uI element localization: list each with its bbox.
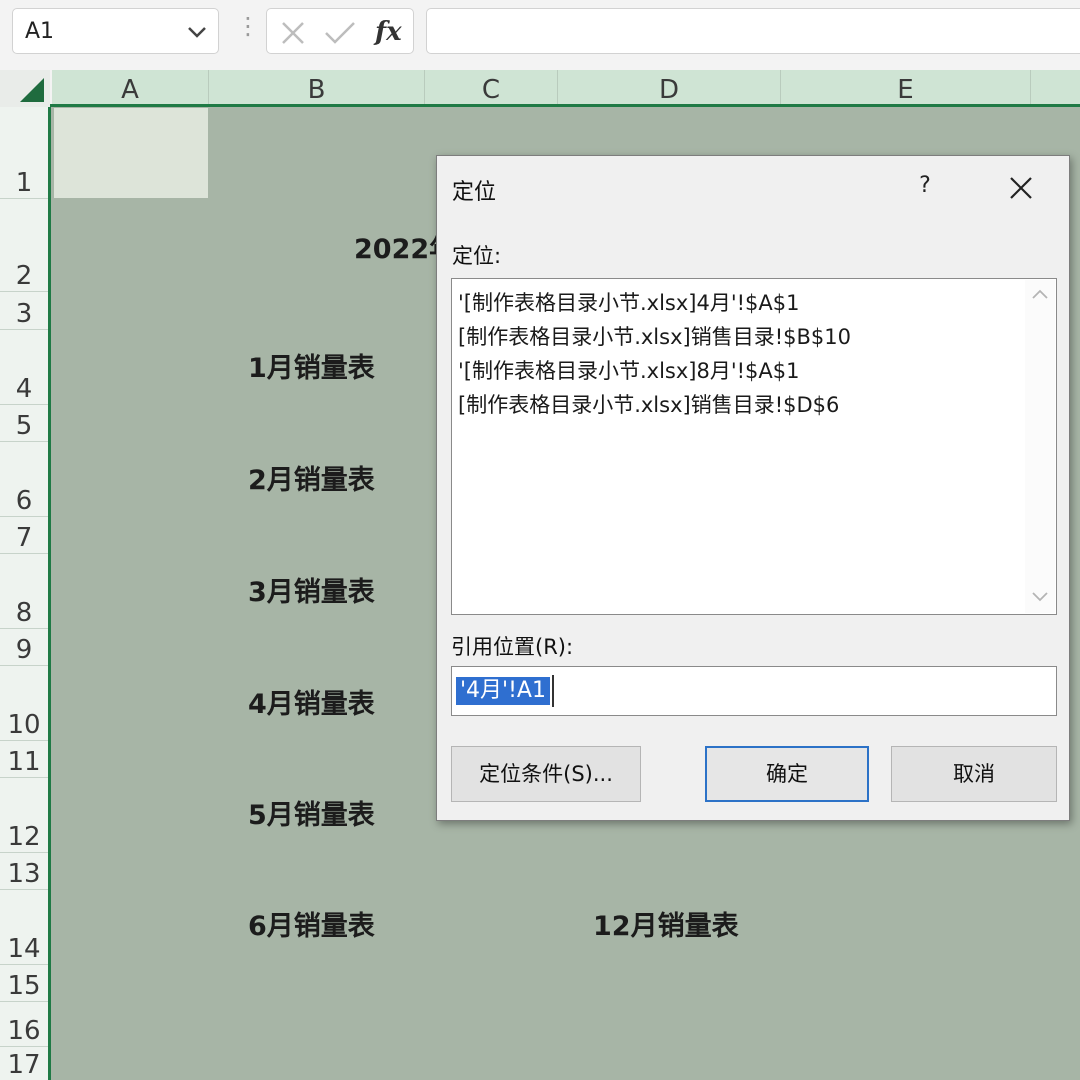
list-scrollbar[interactable]	[1025, 280, 1055, 613]
cell-d14[interactable]: 12月销量表	[593, 904, 739, 943]
close-icon[interactable]	[1001, 168, 1041, 208]
scroll-down-icon[interactable]	[1031, 591, 1049, 603]
insert-function-icon[interactable]: fx	[375, 17, 402, 47]
help-button[interactable]: ?	[907, 166, 943, 206]
row-header[interactable]: 7	[0, 517, 48, 554]
name-box-value: A1	[25, 19, 55, 44]
row-header[interactable]: 5	[0, 405, 48, 442]
row-header[interactable]: 17	[0, 1047, 48, 1080]
formula-input[interactable]	[426, 8, 1080, 54]
row-header[interactable]: 6	[0, 442, 48, 517]
goto-list-item[interactable]: [制作表格目录小节.xlsx]销售目录!$D$6	[458, 389, 839, 419]
formula-controls: fx	[266, 8, 414, 54]
reference-label: 引用位置(R):	[451, 635, 574, 659]
row-header[interactable]: 10	[0, 666, 48, 741]
row-header[interactable]: 2	[0, 199, 48, 292]
selected-cell-a1[interactable]	[54, 108, 208, 198]
column-header-b[interactable]: B	[209, 70, 425, 106]
reference-input[interactable]: '4月'!A1	[451, 666, 1057, 716]
column-header-d[interactable]: D	[558, 70, 781, 106]
reference-value[interactable]: '4月'!A1	[456, 677, 550, 705]
goto-label: 定位:	[452, 244, 502, 268]
more-options-icon[interactable]: ⋮	[236, 14, 260, 38]
cell-b4[interactable]: 1月销量表	[248, 346, 375, 385]
row-header[interactable]: 15	[0, 965, 48, 1002]
cancel-icon[interactable]	[279, 19, 307, 47]
row-header[interactable]: 9	[0, 629, 48, 666]
select-all-icon	[20, 78, 44, 102]
row-headers: 1 2 3 4 5 6 7 8 9 10 11 12 13 14 15 16 1…	[0, 107, 48, 1080]
row-header[interactable]: 11	[0, 741, 48, 778]
row-header[interactable]: 3	[0, 292, 48, 330]
chevron-down-icon[interactable]	[186, 22, 208, 42]
row-header[interactable]: 1	[0, 107, 48, 199]
goto-list[interactable]: '[制作表格目录小节.xlsx]4月'!$A$1 [制作表格目录小节.xlsx]…	[451, 278, 1057, 615]
column-header-e[interactable]: E	[781, 70, 1031, 106]
cell-b14[interactable]: 6月销量表	[248, 904, 375, 943]
text-cursor	[552, 675, 554, 707]
dialog-title: 定位	[452, 180, 497, 205]
cell-b12[interactable]: 5月销量表	[248, 793, 375, 832]
column-header-f[interactable]	[1031, 70, 1080, 106]
row-header[interactable]: 8	[0, 554, 48, 629]
row-header[interactable]: 4	[0, 330, 48, 405]
formula-bar: A1 ⋮ fx	[0, 0, 1080, 70]
column-header-a[interactable]: A	[52, 70, 209, 106]
row-header[interactable]: 14	[0, 890, 48, 965]
goto-list-item[interactable]: '[制作表格目录小节.xlsx]4月'!$A$1	[458, 287, 799, 317]
row-header[interactable]: 12	[0, 778, 48, 853]
cell-b8[interactable]: 3月销量表	[248, 570, 375, 609]
cell-b10[interactable]: 4月销量表	[248, 682, 375, 721]
column-header-c[interactable]: C	[425, 70, 558, 106]
scroll-up-icon[interactable]	[1031, 288, 1049, 300]
goto-list-item[interactable]: [制作表格目录小节.xlsx]销售目录!$B$10	[458, 321, 851, 351]
select-all-corner[interactable]	[0, 70, 50, 108]
cancel-button[interactable]: 取消	[891, 746, 1057, 802]
name-box[interactable]: A1	[12, 8, 219, 54]
row-header[interactable]: 13	[0, 853, 48, 890]
special-button[interactable]: 定位条件(S)...	[451, 746, 641, 802]
cell-b6[interactable]: 2月销量表	[248, 458, 375, 497]
enter-icon[interactable]	[323, 19, 357, 47]
ok-button[interactable]: 确定	[705, 746, 869, 802]
row-header[interactable]: 16	[0, 1002, 48, 1047]
goto-list-item[interactable]: '[制作表格目录小节.xlsx]8月'!$A$1	[458, 355, 799, 385]
goto-dialog: 定位 ? 定位: '[制作表格目录小节.xlsx]4月'!$A$1 [制作表格目…	[436, 155, 1070, 821]
